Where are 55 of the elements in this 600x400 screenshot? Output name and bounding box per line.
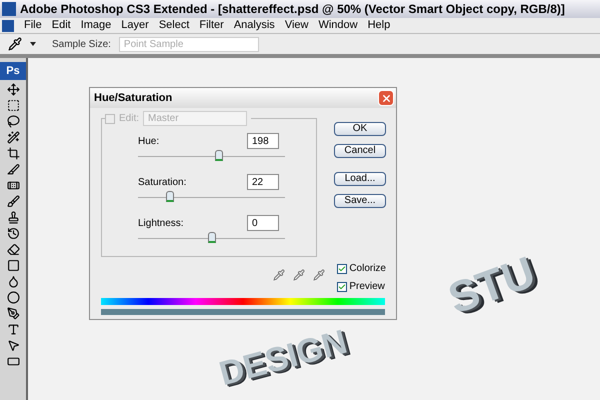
drop-icon[interactable] — [6, 275, 20, 288]
slider-thumb[interactable] — [214, 150, 223, 161]
app-logo-icon — [2, 2, 16, 16]
bandage-icon[interactable] — [6, 179, 20, 192]
value-field[interactable]: 198 — [247, 133, 279, 149]
menu-item[interactable]: Image — [80, 17, 112, 34]
eyedropper-icon[interactable] — [8, 37, 22, 51]
app-logo-icon — [2, 20, 14, 32]
stamp-icon[interactable] — [6, 211, 20, 224]
checkbox[interactable] — [337, 282, 348, 292]
menu-item[interactable]: Help — [368, 17, 390, 34]
pointer-icon[interactable] — [6, 339, 20, 352]
design-3d-text: STU — [442, 247, 542, 325]
menu-item[interactable]: Filter — [199, 17, 224, 34]
move-icon[interactable] — [6, 83, 20, 96]
design-3d-text: DESIGN — [215, 322, 352, 394]
close-button[interactable] — [378, 90, 394, 106]
menu-item[interactable]: File — [24, 17, 42, 34]
wand-icon[interactable] — [6, 131, 20, 144]
menu-item[interactable]: Layer — [121, 17, 149, 34]
lasso-icon[interactable] — [6, 115, 20, 128]
slider-label: Lightness: — [138, 216, 184, 230]
slider-thumb[interactable] — [166, 191, 174, 202]
checkbox-label: Preview — [349, 280, 385, 294]
menu-item[interactable]: Edit — [52, 17, 71, 34]
pen-icon[interactable] — [6, 307, 20, 320]
knife-icon[interactable] — [6, 163, 20, 176]
menu-item[interactable]: View — [284, 17, 308, 34]
caret-icon — [30, 42, 36, 46]
value-field[interactable]: 22 — [247, 174, 279, 190]
dialog-button[interactable]: Save... — [334, 194, 386, 208]
eraser-icon[interactable] — [6, 243, 20, 256]
dialog-title: Hue/Saturation — [94, 90, 172, 106]
slider-label: Hue: — [138, 134, 160, 148]
dialog-button[interactable]: Load... — [334, 172, 386, 186]
window-title: Adobe Photoshop CS3 Extended - [shattereffect.psd @ 50% (Vector Smart Object copy, RGB/8)] — [20, 1, 565, 18]
dialog-button[interactable]: Cancel — [334, 144, 386, 158]
rectangle-icon[interactable] — [6, 355, 20, 368]
app-logo: Ps — [0, 62, 26, 80]
dialog-button[interactable]: OK — [334, 122, 386, 136]
marquee-icon[interactable] — [6, 99, 20, 112]
value-field[interactable]: 0 — [247, 215, 279, 231]
close-icon — [380, 92, 392, 104]
sample-size-label: Sample Size: — [52, 38, 111, 52]
edit-label: Edit: — [119, 112, 140, 126]
crop-icon[interactable] — [6, 147, 20, 160]
checkbox-label: Colorize — [349, 262, 386, 276]
type-icon[interactable] — [6, 323, 20, 336]
menu-item[interactable]: Select — [158, 17, 190, 34]
checkbox[interactable] — [337, 264, 348, 274]
slider-label: Saturation: — [138, 176, 186, 190]
menu-item[interactable]: Window — [318, 17, 358, 34]
brush-icon[interactable] — [6, 195, 20, 208]
menu-item[interactable]: Analysis — [234, 17, 275, 34]
slider-thumb[interactable] — [208, 232, 216, 243]
